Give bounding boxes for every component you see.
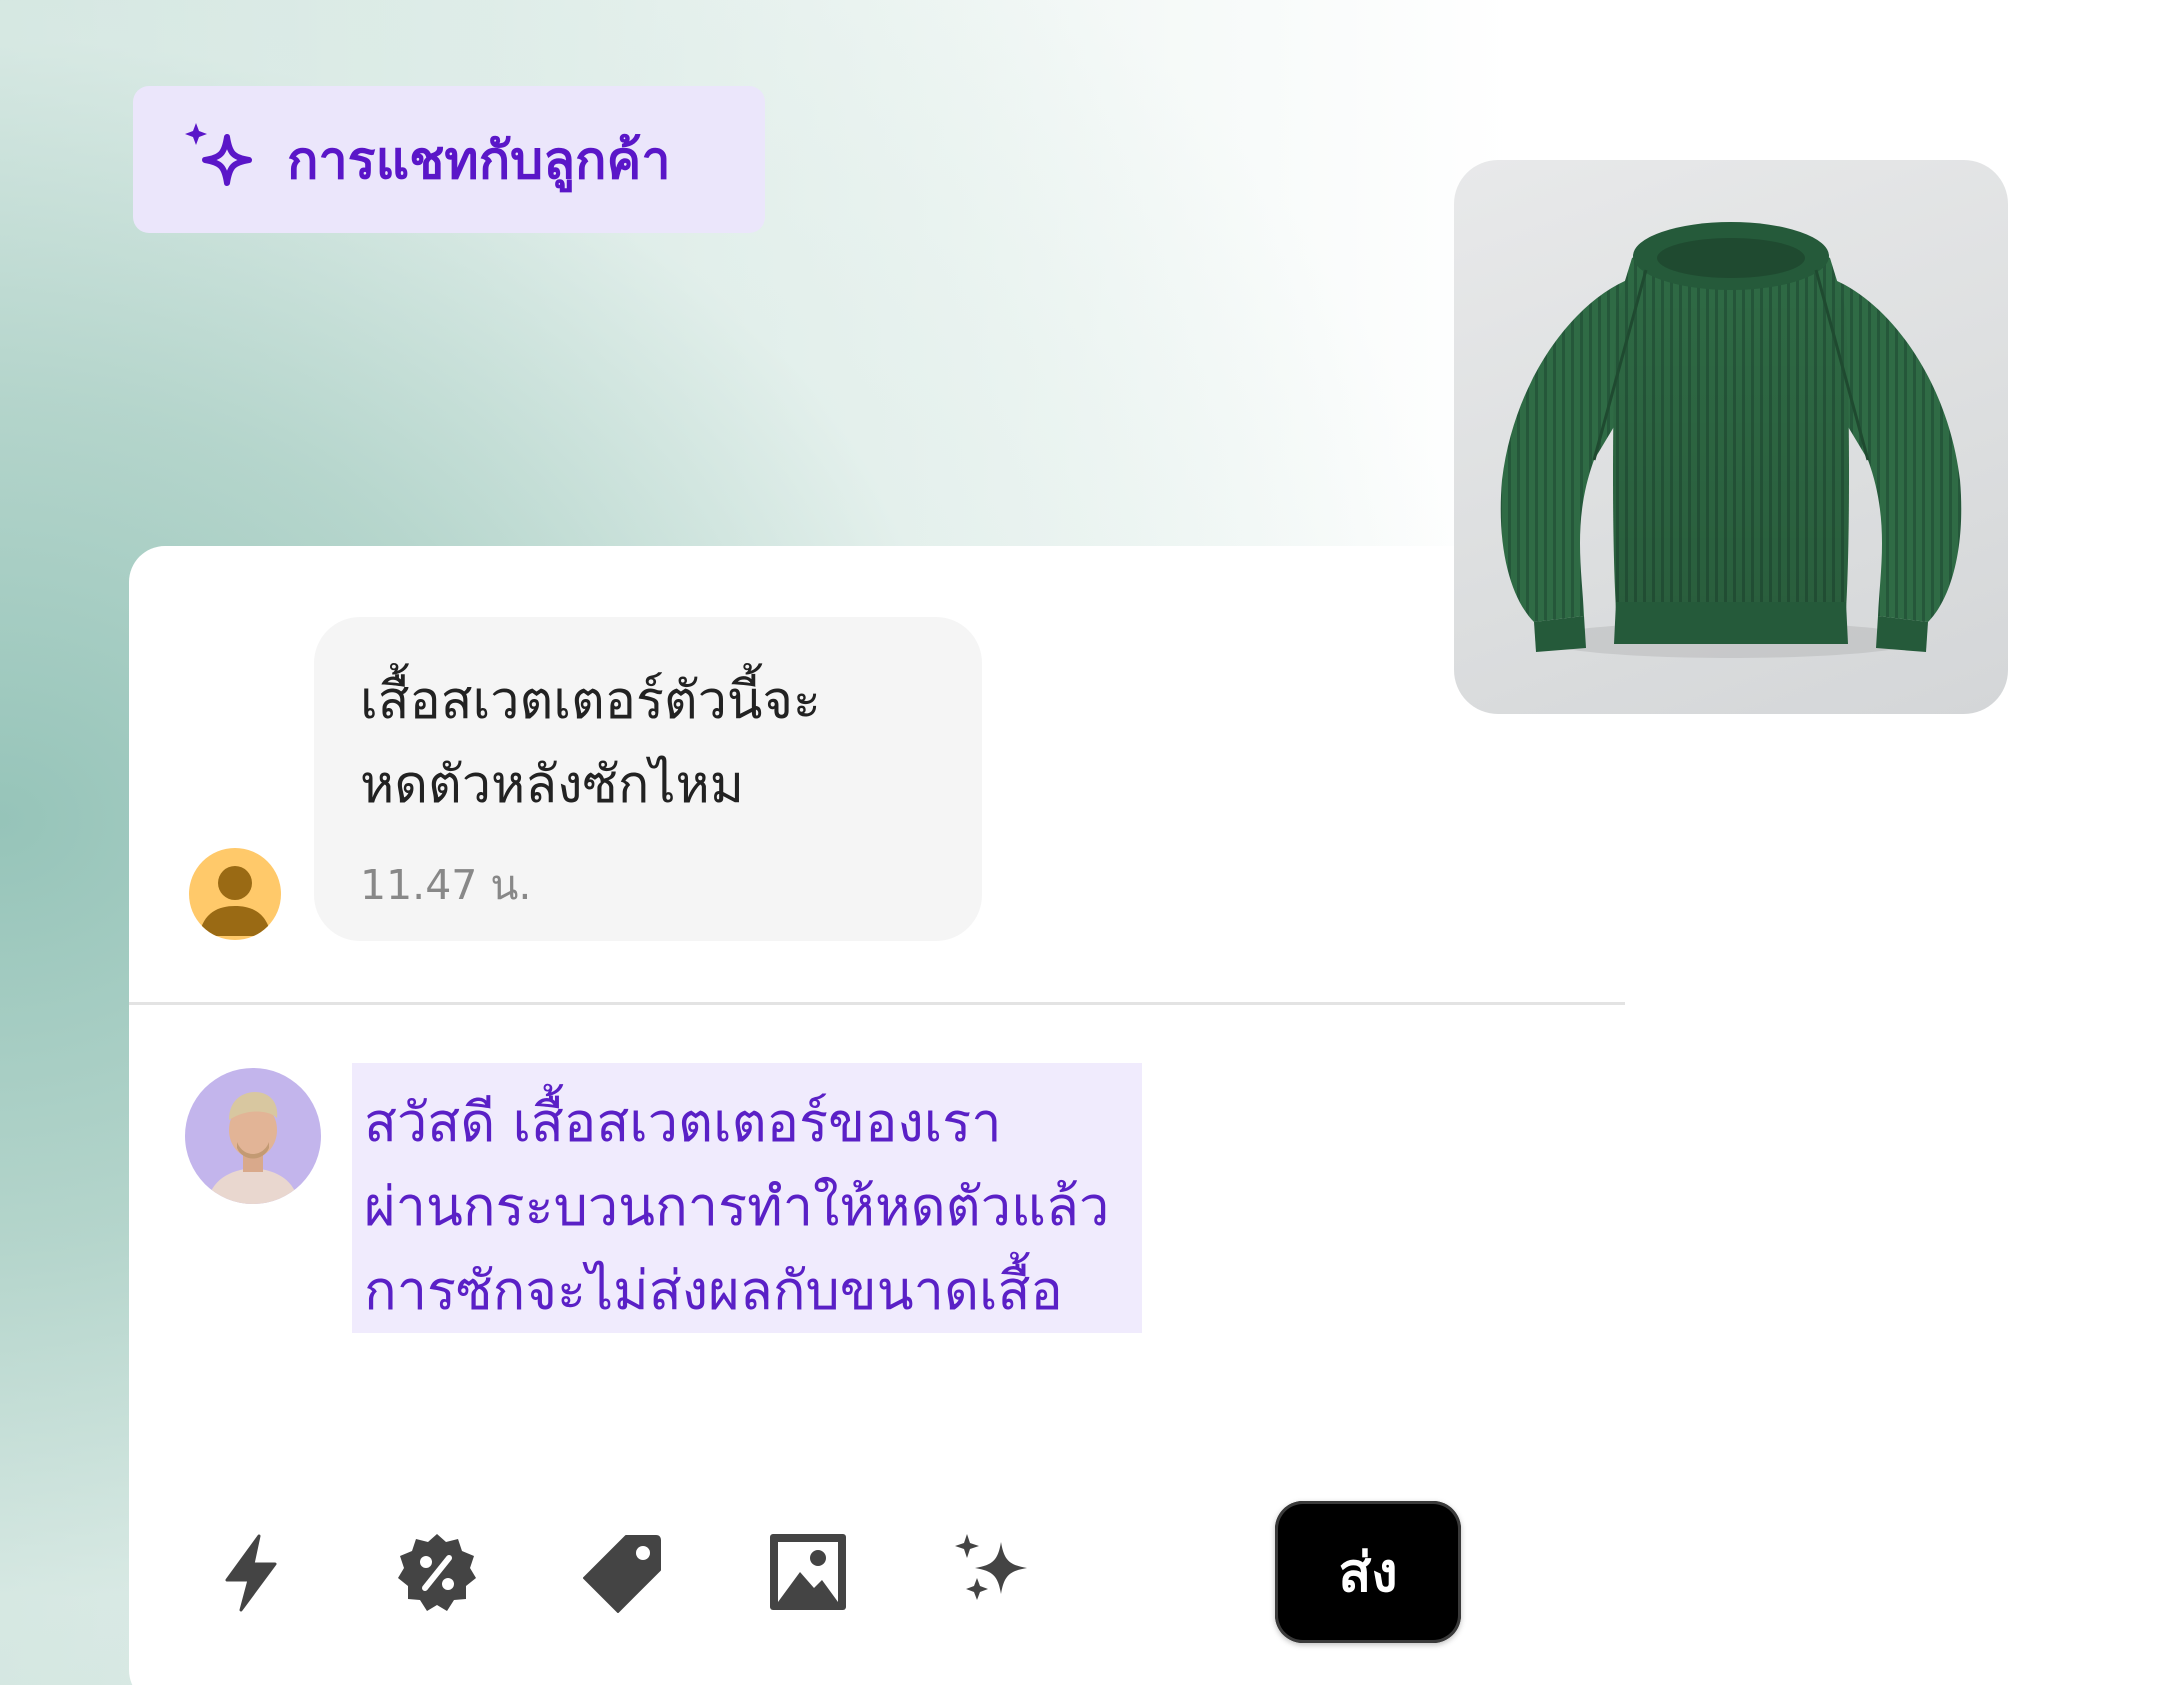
reply-line: ผ่านกระบวนการทำให้หดตัวแล้ว [364,1175,1110,1238]
customer-message-bubble: เสื้อสเวตเตอร์ตัวนี้จะ หดตัวหลังซักไหม 1… [314,617,982,941]
reply-draft[interactable]: สวัสดี เสื้อสเวตเตอร์ของเรา ผ่านกระบวนกา… [352,1063,1142,1333]
send-button[interactable]: ส่ง [1275,1501,1461,1643]
lightning-icon[interactable] [209,1530,293,1614]
customer-message-line: เสื้อสเวตเตอร์ตัวนี้จะ [360,671,821,731]
image-icon[interactable] [766,1530,850,1614]
green-sweater-image [1500,222,1962,658]
reply-line: สวัสดี เสื้อสเวตเตอร์ของเรา [364,1091,1002,1154]
reply-line: การซักจะไม่ส่งผลกับขนาดเสื้อ [364,1259,1063,1322]
chat-title: การแชทกับลูกค้า [287,131,671,191]
customer-message-line: หดตัวหลังซักไหม [360,755,745,815]
divider [129,1002,1625,1005]
customer-avatar [189,848,281,940]
tag-icon[interactable] [580,1530,664,1614]
sparkles-icon[interactable] [951,1530,1035,1614]
chat-card: เสื้อสเวตเตอร์ตัวนี้จะ หดตัวหลังซักไหม 1… [129,546,1729,1706]
chat-header-badge: การแชทกับลูกค้า [133,86,765,233]
person-icon [199,866,271,936]
message-timestamp: 11.47 น. [360,861,532,909]
discount-icon[interactable] [395,1530,479,1614]
agent-avatar [185,1068,321,1204]
sparkle-icon [183,121,261,199]
product-image [1454,160,2008,714]
